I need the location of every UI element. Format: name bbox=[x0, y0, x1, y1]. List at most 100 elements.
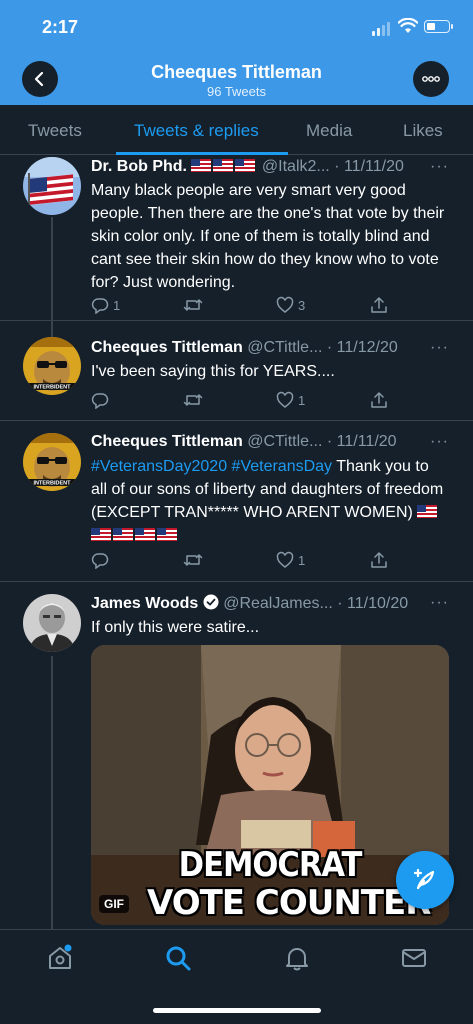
tweet-actions: 1 bbox=[91, 551, 391, 571]
heart-icon bbox=[276, 391, 294, 408]
heart-icon bbox=[276, 551, 294, 568]
hashtag-link[interactable]: #VeteransDay2020 #VeteransDay bbox=[91, 458, 332, 475]
tweet-header: Cheeques Tittleman @CTittle... · 11/12/2… bbox=[91, 339, 461, 357]
us-flag-icon bbox=[191, 159, 212, 172]
profile-tabs: Tweets Tweets & replies Media Likes bbox=[0, 105, 473, 155]
tweet-date: · 11/10/20 bbox=[337, 595, 409, 612]
home-icon[interactable] bbox=[46, 944, 74, 972]
share-icon bbox=[371, 392, 387, 408]
us-flag-icon bbox=[213, 159, 234, 172]
share-button[interactable] bbox=[370, 296, 388, 314]
more-dots-icon bbox=[422, 76, 440, 82]
us-flag-icon bbox=[113, 528, 133, 541]
tweet-actions: 1 3 bbox=[91, 296, 391, 316]
status-bar: 2:17 bbox=[0, 0, 473, 52]
avatar[interactable] bbox=[23, 157, 81, 215]
share-icon bbox=[371, 552, 387, 568]
reply-button[interactable] bbox=[91, 391, 113, 409]
tweet-header: Cheeques Tittleman @CTittle... · 11/11/2… bbox=[91, 433, 461, 451]
tweet-more-icon[interactable]: ··· bbox=[430, 594, 449, 612]
tweet-date: · 11/12/20 bbox=[326, 339, 398, 356]
avatar[interactable]: INTERBIDENT bbox=[23, 433, 81, 491]
reply-icon bbox=[91, 393, 109, 409]
retweet-icon bbox=[183, 394, 203, 406]
compose-tweet-button[interactable] bbox=[396, 851, 454, 909]
tweet-text: Many black people are very smart very go… bbox=[91, 182, 445, 291]
gif-badge: GIF bbox=[99, 895, 129, 913]
display-name[interactable]: Dr. Bob Phd. bbox=[91, 158, 187, 175]
notifications-bell-icon[interactable] bbox=[283, 944, 311, 972]
thread-line bbox=[51, 656, 53, 929]
share-icon bbox=[371, 297, 387, 313]
flag-avatar-image bbox=[23, 157, 81, 215]
us-flag-icon bbox=[235, 159, 256, 172]
tweet-item[interactable]: Dr. Bob Phd. @Italk2... · 11/11/20 ··· M… bbox=[0, 155, 473, 321]
tweet-more-icon[interactable]: ··· bbox=[430, 158, 449, 176]
like-button[interactable]: 1 bbox=[276, 391, 305, 409]
heisenberg-avatar-image: INTERBIDENT bbox=[23, 433, 81, 491]
wifi-icon bbox=[398, 18, 418, 33]
us-flag-icon bbox=[135, 528, 155, 541]
handle: @RealJames... bbox=[223, 595, 333, 612]
thread-line bbox=[51, 321, 53, 337]
tab-tweets-and-replies[interactable]: Tweets & replies bbox=[134, 121, 259, 141]
tweet-text: #VeteransDay2020 #VeteransDay Thank you … bbox=[91, 455, 449, 547]
us-flag-icon bbox=[417, 505, 438, 518]
like-count: 3 bbox=[298, 297, 306, 313]
cellular-signal-icon bbox=[372, 22, 392, 36]
handle: @CTittle... bbox=[247, 433, 323, 450]
home-indicator bbox=[153, 1008, 321, 1013]
tab-likes[interactable]: Likes bbox=[403, 121, 443, 141]
tab-tweets[interactable]: Tweets bbox=[28, 121, 82, 141]
tweet-item[interactable]: INTERBIDENT Cheeques Tittleman @CTittle.… bbox=[0, 421, 473, 582]
reply-button[interactable]: 1 bbox=[91, 296, 120, 314]
tweet-actions: 1 bbox=[91, 391, 391, 411]
avatar[interactable]: INTERBIDENT bbox=[23, 337, 81, 395]
tweet-item[interactable]: INTERBIDENT Cheeques Tittleman @CTittle.… bbox=[0, 321, 473, 421]
profile-header: 2:17 Cheeques Tittleman 96 Tweets bbox=[0, 0, 473, 105]
handle: @Italk2... bbox=[261, 158, 330, 175]
retweet-button[interactable] bbox=[183, 551, 207, 569]
us-flag-icon bbox=[91, 528, 111, 541]
display-name[interactable]: Cheeques Tittleman bbox=[91, 339, 243, 356]
heisenberg-avatar-image: INTERBIDENT bbox=[23, 337, 81, 395]
tweet-date: · 11/11/20 bbox=[326, 433, 397, 450]
reply-button[interactable] bbox=[91, 551, 113, 569]
like-button[interactable]: 3 bbox=[276, 296, 305, 314]
status-time: 2:17 bbox=[42, 17, 79, 37]
portrait-avatar-image bbox=[23, 594, 81, 652]
display-name[interactable]: James Woods bbox=[91, 595, 198, 612]
heart-icon bbox=[276, 296, 294, 313]
svg-text:INTERBIDENT: INTERBIDENT bbox=[34, 481, 72, 487]
us-flag-icon bbox=[157, 528, 177, 541]
like-count: 1 bbox=[298, 552, 306, 568]
reply-count: 1 bbox=[113, 297, 121, 313]
verified-badge-icon bbox=[203, 594, 219, 610]
display-name[interactable]: Cheeques Tittleman bbox=[91, 433, 243, 450]
gif-caption-line2: VOTE COUNTER bbox=[147, 883, 431, 923]
tweet-header: James Woods @RealJames... · 11/10/20 bbox=[91, 594, 461, 613]
retweet-icon bbox=[183, 299, 203, 311]
search-icon[interactable] bbox=[164, 944, 192, 972]
handle: @CTittle... bbox=[247, 339, 323, 356]
retweet-button[interactable] bbox=[183, 391, 207, 409]
share-button[interactable] bbox=[370, 551, 388, 569]
flag-emojis bbox=[191, 158, 261, 175]
profile-name-title: Cheeques Tittleman bbox=[151, 62, 322, 82]
tweet-more-icon[interactable]: ··· bbox=[430, 433, 449, 451]
tweet-text: I've been saying this for YEARS.... bbox=[91, 363, 335, 380]
tweet-more-icon[interactable]: ··· bbox=[430, 339, 449, 357]
reply-icon bbox=[91, 298, 109, 314]
svg-text:INTERBIDENT: INTERBIDENT bbox=[34, 385, 72, 391]
avatar[interactable] bbox=[23, 594, 81, 652]
retweet-button[interactable] bbox=[183, 296, 207, 314]
like-button[interactable]: 1 bbox=[276, 551, 305, 569]
messages-mail-icon[interactable] bbox=[400, 944, 428, 972]
tweet-date: · 11/11/20 bbox=[334, 158, 404, 175]
more-options-button[interactable] bbox=[413, 61, 449, 97]
tweet-count: 96 Tweets bbox=[206, 84, 267, 99]
share-button[interactable] bbox=[370, 391, 388, 409]
retweet-icon bbox=[183, 554, 203, 566]
tab-media[interactable]: Media bbox=[306, 121, 352, 141]
tweet-text: If only this were satire... bbox=[91, 619, 260, 636]
